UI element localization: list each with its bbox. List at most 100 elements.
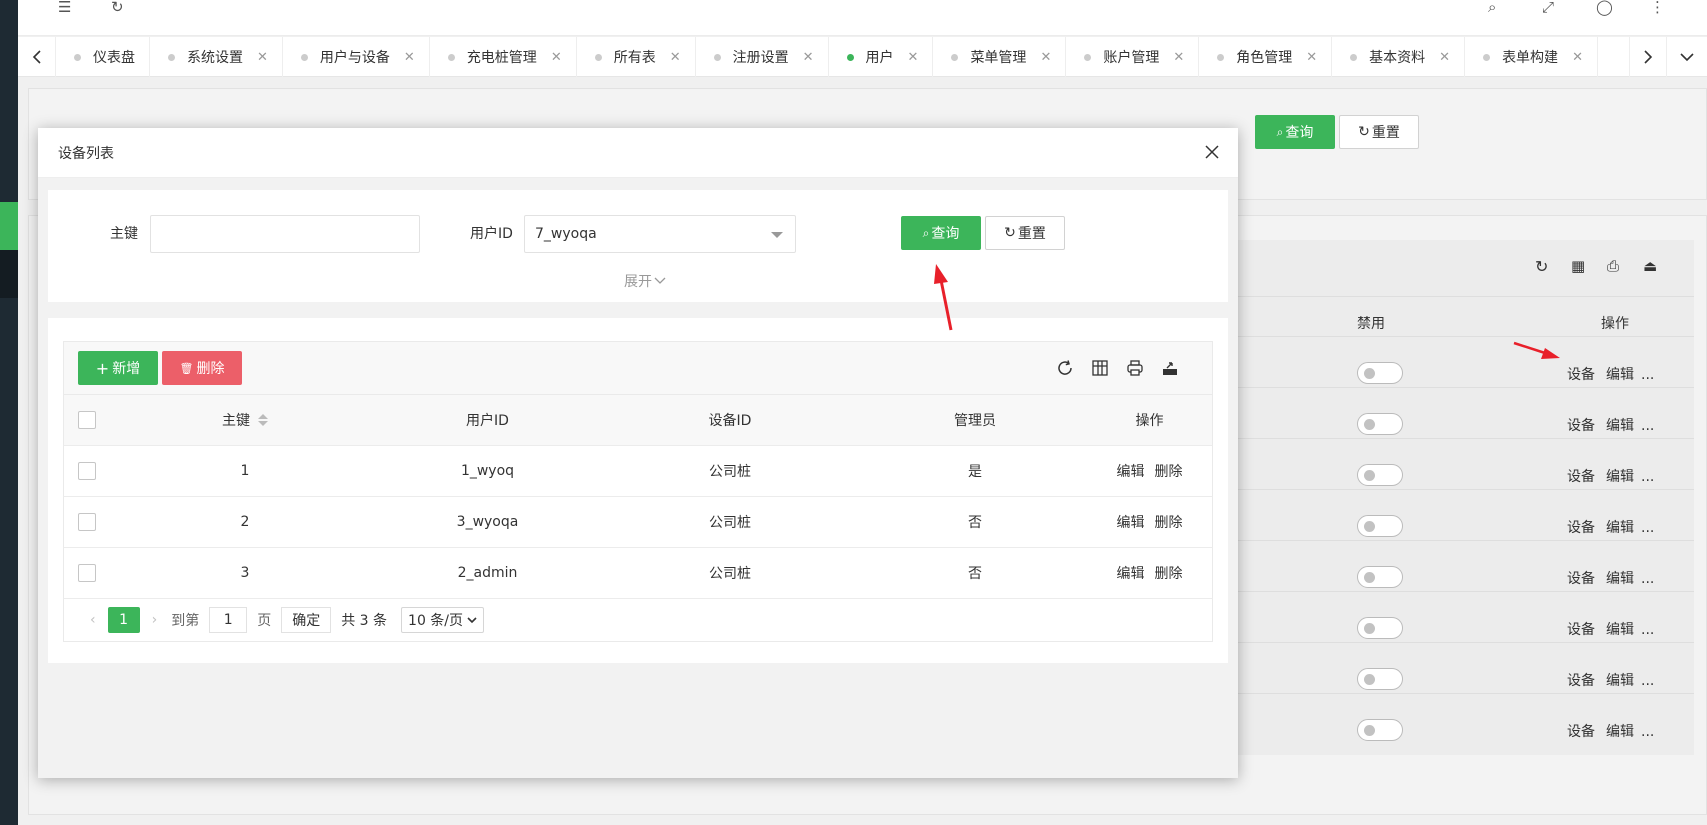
tab-4[interactable]: 所有表 ✕ — [577, 37, 696, 77]
device-link[interactable]: 设备 — [1567, 673, 1595, 689]
device-link[interactable]: 设备 — [1567, 622, 1595, 638]
columns-icon[interactable]: ▦ — [1571, 257, 1585, 275]
edit-link[interactable]: 编辑 — [1606, 724, 1634, 740]
close-button[interactable] — [1200, 140, 1224, 164]
close-icon[interactable]: ✕ — [1439, 50, 1450, 65]
more-link[interactable]: ... — [1641, 520, 1654, 536]
delete-button[interactable]: 🗑 删除 — [162, 351, 242, 385]
close-icon[interactable]: ✕ — [551, 50, 562, 65]
more-vertical-icon[interactable]: ⋮ — [1650, 0, 1665, 15]
tabs-prev-button[interactable] — [18, 37, 56, 77]
tab-6[interactable]: 用户 ✕ — [829, 37, 934, 77]
edit-link[interactable]: 编辑 — [1606, 571, 1634, 587]
more-link[interactable]: ... — [1641, 724, 1654, 740]
prev-page-icon[interactable]: ‹ — [90, 612, 96, 628]
refresh-icon[interactable]: ↻ — [1535, 257, 1548, 276]
close-icon[interactable]: ✕ — [1572, 50, 1583, 65]
tab-7[interactable]: 菜单管理 ✕ — [933, 37, 1067, 77]
background-search-button[interactable]: ⌕ 查询 — [1255, 115, 1335, 149]
expand-toggle[interactable]: 展开 — [624, 271, 666, 291]
disabled-toggle[interactable] — [1357, 719, 1403, 741]
tab-1[interactable]: 系统设置 ✕ — [150, 37, 283, 77]
print-icon[interactable] — [1123, 356, 1147, 380]
disabled-toggle[interactable] — [1357, 464, 1403, 486]
more-link[interactable]: ... — [1641, 469, 1654, 485]
background-reset-button[interactable]: ↻ 重置 — [1339, 115, 1419, 149]
next-page-icon[interactable]: › — [152, 612, 158, 628]
goto-page-input[interactable]: 1 — [209, 607, 248, 633]
edit-link[interactable]: 编辑 — [1606, 520, 1634, 536]
columns-icon[interactable] — [1088, 356, 1112, 380]
add-button[interactable]: + 新增 — [78, 351, 158, 385]
column-header-id[interactable]: 主键 — [110, 395, 380, 445]
close-icon[interactable]: ✕ — [1306, 50, 1317, 65]
device-link[interactable]: 设备 — [1567, 520, 1595, 536]
more-link[interactable]: ... — [1641, 367, 1654, 383]
edit-link[interactable]: 编辑 — [1606, 622, 1634, 638]
reset-button[interactable]: ↻ 重置 — [985, 216, 1065, 250]
row-delete-link[interactable]: 删除 — [1155, 563, 1183, 583]
more-link[interactable]: ... — [1641, 673, 1654, 689]
export-icon[interactable] — [1158, 356, 1182, 380]
row-edit-link[interactable]: 编辑 — [1117, 461, 1145, 481]
tab-10[interactable]: 基本资料 ✕ — [1332, 37, 1466, 77]
refresh-icon[interactable] — [1053, 356, 1077, 380]
refresh-icon[interactable]: ↻ — [111, 0, 124, 15]
user-id-select[interactable]: 7_wyoqa — [524, 215, 796, 253]
edit-link[interactable]: 编辑 — [1606, 367, 1634, 383]
close-icon[interactable]: ✕ — [670, 50, 681, 65]
more-link[interactable]: ... — [1641, 571, 1654, 587]
device-link[interactable]: 设备 — [1567, 571, 1595, 587]
page-current[interactable]: 1 — [107, 607, 140, 633]
fullscreen-icon[interactable]: ⤢ — [1542, 0, 1554, 15]
device-link[interactable]: 设备 — [1567, 469, 1595, 485]
device-link[interactable]: 设备 — [1567, 418, 1595, 434]
device-link[interactable]: 设备 — [1567, 367, 1595, 383]
select-all-checkbox[interactable] — [78, 411, 96, 429]
row-checkbox[interactable] — [78, 462, 96, 480]
menu-fold-icon[interactable]: ☰ — [58, 0, 71, 15]
more-link[interactable]: ... — [1641, 622, 1654, 638]
row-edit-link[interactable]: 编辑 — [1117, 563, 1145, 583]
search-button[interactable]: ⌕ 查询 — [901, 216, 981, 250]
row-checkbox[interactable] — [78, 564, 96, 582]
tabs-dropdown-button[interactable] — [1668, 37, 1706, 77]
tab-11[interactable]: 表单构建 ✕ — [1465, 37, 1598, 77]
close-icon[interactable]: ✕ — [1040, 50, 1051, 65]
tab-0[interactable]: 仪表盘 — [56, 37, 150, 77]
print-icon[interactable]: ⎙ — [1607, 257, 1619, 275]
tabs-next-button[interactable] — [1629, 37, 1667, 77]
disabled-toggle[interactable] — [1357, 413, 1403, 435]
close-icon[interactable]: ✕ — [257, 50, 268, 65]
device-link[interactable]: 设备 — [1567, 724, 1595, 740]
close-icon[interactable]: ✕ — [908, 50, 919, 65]
tab-5[interactable]: 注册设置 ✕ — [696, 37, 829, 77]
more-link[interactable]: ... — [1641, 418, 1654, 434]
disabled-toggle[interactable] — [1357, 515, 1403, 537]
tab-9[interactable]: 角色管理 ✕ — [1199, 37, 1333, 77]
edit-link[interactable]: 编辑 — [1606, 469, 1634, 485]
row-delete-link[interactable]: 删除 — [1155, 461, 1183, 481]
edit-link[interactable]: 编辑 — [1606, 418, 1634, 434]
sidebar-item[interactable] — [0, 250, 18, 298]
sidebar-active-item[interactable] — [0, 202, 18, 250]
row-checkbox[interactable] — [78, 513, 96, 531]
disabled-toggle[interactable] — [1357, 617, 1403, 639]
tab-3[interactable]: 充电桩管理 ✕ — [430, 37, 577, 77]
disabled-toggle[interactable] — [1357, 362, 1403, 384]
disabled-toggle[interactable] — [1357, 668, 1403, 690]
close-icon[interactable]: ✕ — [803, 50, 814, 65]
export-icon[interactable]: ⏏ — [1643, 257, 1657, 275]
disabled-toggle[interactable] — [1357, 566, 1403, 588]
tab-2[interactable]: 用户与设备 ✕ — [283, 37, 430, 77]
row-edit-link[interactable]: 编辑 — [1117, 512, 1145, 532]
close-icon[interactable]: ✕ — [404, 50, 415, 65]
close-icon[interactable]: ✕ — [1173, 50, 1184, 65]
edit-link[interactable]: 编辑 — [1606, 673, 1634, 689]
sort-icon[interactable] — [258, 414, 268, 426]
user-icon[interactable]: ◯ — [1596, 0, 1613, 15]
page-size-select[interactable]: 10 条/页 — [401, 607, 485, 633]
search-icon[interactable]: ⌕ — [1488, 0, 1496, 15]
row-delete-link[interactable]: 删除 — [1155, 512, 1183, 532]
goto-confirm-button[interactable]: 确定 — [281, 607, 332, 633]
